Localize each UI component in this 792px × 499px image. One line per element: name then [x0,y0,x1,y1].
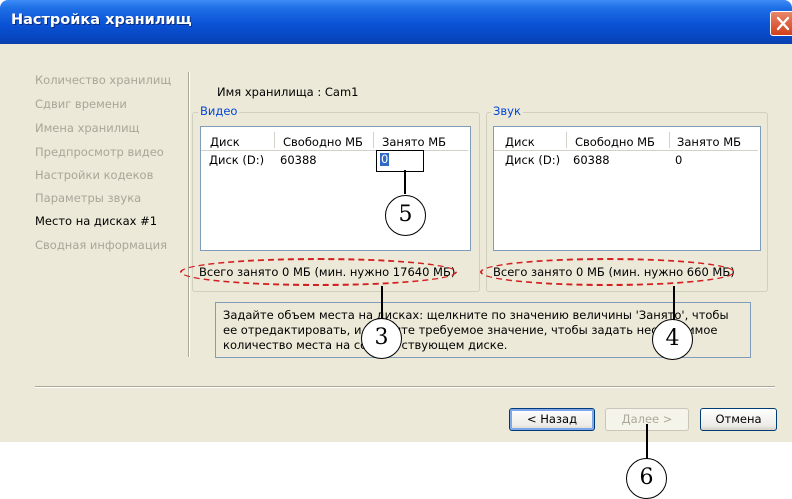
sidebar-divider [188,72,189,357]
back-button[interactable]: < Назад [509,408,595,431]
audio-group-label: Звук [491,104,523,118]
audio-row-free[interactable]: 60388 [573,153,610,167]
sidebar-item-codec-settings[interactable]: Настройки кодеков [35,168,153,182]
video-col-free[interactable]: Свободно МБ [283,135,363,149]
sidebar-item-time-shift[interactable]: Сдвиг времени [35,97,127,111]
sidebar-item-disk-space[interactable]: Место на дисках #1 [35,214,157,228]
callout-3: 3 [361,318,402,359]
video-row-used[interactable]: 0 [380,153,390,166]
sidebar-item-storage-count[interactable]: Количество хранилищ [35,73,171,87]
video-col-disk[interactable]: Диск [210,135,240,149]
callout-5: 5 [385,195,426,236]
sidebar-item-video-preview[interactable]: Предпросмотр видео [35,145,164,159]
callout-3-leader [381,286,383,320]
video-row-disk[interactable]: Диск (D:) [209,153,264,167]
audio-total-highlight [480,258,735,286]
audio-row-disk[interactable]: Диск (D:) [505,153,560,167]
video-col-divider [373,132,374,148]
video-col-divider [274,132,275,148]
audio-row-used[interactable]: 0 [675,153,682,167]
callout-6: 6 [626,458,667,499]
audio-col-disk[interactable]: Диск [505,135,535,149]
sidebar-item-audio-params[interactable]: Параметры звука [35,191,141,205]
callout-4: 4 [652,319,693,360]
callout-5-leader [404,170,406,194]
close-icon [776,16,790,31]
button-bar-divider [35,386,775,387]
video-col-used[interactable]: Занято МБ [382,135,446,149]
sidebar-item-storage-names[interactable]: Имена хранилищ [35,121,139,135]
audio-col-divider [669,132,670,148]
video-row-free[interactable]: 60388 [280,153,317,167]
callout-4-leader [673,286,675,322]
video-header-line [201,150,468,151]
video-group-label: Видео [198,104,240,118]
audio-col-divider [566,132,567,148]
close-button[interactable] [770,11,792,36]
window-title: Настройка хранилищ [11,12,192,28]
callout-6-leader [646,424,648,461]
video-total-highlight [180,258,457,286]
cancel-button[interactable]: Отмена [700,408,777,431]
sidebar-item-summary[interactable]: Сводная информация [35,238,167,252]
audio-col-free[interactable]: Свободно МБ [575,135,655,149]
audio-header-line [494,150,758,151]
storage-name-label: Имя хранилища : Cam1 [217,85,359,99]
audio-col-used[interactable]: Занято МБ [677,135,741,149]
